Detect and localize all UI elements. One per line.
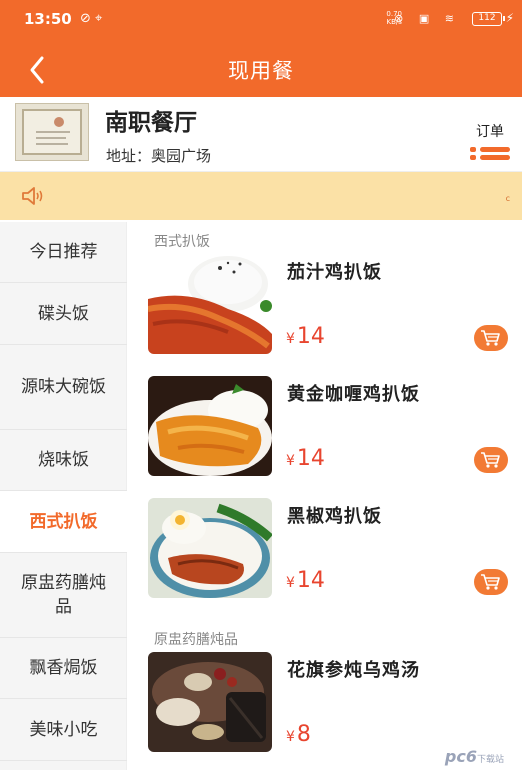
cart-icon: [481, 574, 500, 590]
business-license-image[interactable]: [15, 103, 89, 161]
dish-name: 茄汁鸡扒饭: [287, 262, 382, 283]
license-frame: [22, 109, 82, 155]
add-to-cart-button[interactable]: [474, 447, 508, 473]
status-time: 13:50: [24, 10, 72, 28]
dish-image[interactable]: [148, 376, 272, 476]
list-icon: [470, 145, 510, 161]
category-item-western-steak[interactable]: 西式扒饭: [0, 491, 127, 553]
watermark-text: pc6: [444, 747, 477, 766]
category-item-roast[interactable]: 烧味饭: [0, 430, 127, 491]
category-item-plate-rice[interactable]: 碟头饭: [0, 283, 127, 345]
price-value: 14: [296, 568, 325, 593]
charging-icon: ⚡: [505, 11, 514, 25]
battery-icon: 112: [472, 12, 505, 26]
notice-text: c: [505, 194, 510, 203]
restaurant-address: 地址：奥园广场: [106, 147, 212, 165]
speaker-icon: [22, 187, 43, 205]
menu-item[interactable]: 茄汁鸡扒饭 ¥14: [140, 254, 522, 376]
category-label: 碟头饭: [38, 303, 89, 324]
category-label: 美味小吃: [29, 719, 98, 740]
header-bar: 13:50 ⊘ ⌖ 0.70 KB/s ⊗ ▣ ≋ 112 ⚡ 现用餐: [0, 0, 522, 97]
dish-name: 黑椒鸡扒饭: [287, 506, 382, 527]
section-title: 西式扒饭: [154, 234, 210, 250]
category-item-snacks[interactable]: 美味小吃: [0, 699, 127, 761]
category-label: 飘香焗饭: [29, 658, 98, 678]
license-line: [36, 143, 68, 145]
price-value: 8: [296, 722, 311, 747]
category-label: 源味大碗饭: [21, 377, 106, 397]
currency-symbol: ¥: [286, 453, 295, 469]
menu-list[interactable]: 西式扒饭 茄汁鸡扒饭 ¥14 黄金咖喱鸡扒饭 ¥14 黑椒鸡扒饭 ¥14 原盅药…: [140, 222, 522, 770]
price-value: 14: [296, 324, 325, 349]
dish-image[interactable]: [148, 652, 272, 752]
category-item-today[interactable]: 今日推荐: [0, 222, 127, 283]
status-bar: 13:50 ⊘ ⌖ 0.70 KB/s ⊗ ▣ ≋ 112 ⚡: [0, 0, 522, 36]
category-label: 烧味饭: [38, 450, 89, 470]
license-line: [36, 131, 70, 133]
dish-price: ¥8: [286, 722, 311, 747]
category-item-big-bowl[interactable]: 源味大碗饭: [0, 345, 127, 430]
category-label: 原盅药膳炖品: [21, 573, 106, 617]
currency-symbol: ¥: [286, 575, 295, 591]
dish-name: 黄金咖喱鸡扒饭: [287, 384, 420, 405]
category-item-baked-rice[interactable]: 飘香焗饭: [0, 638, 127, 699]
watermark-logo: pc6下载站: [445, 747, 504, 766]
app-screen: 13:50 ⊘ ⌖ 0.70 KB/s ⊗ ▣ ≋ 112 ⚡ 现用餐 南职餐厅…: [0, 0, 522, 770]
dish-price: ¥14: [286, 568, 325, 593]
status-left-icons: ⊘ ⌖: [80, 11, 103, 26]
restaurant-name: 南职餐厅: [105, 110, 197, 136]
restaurant-info: 南职餐厅 地址：奥园广场 订单: [0, 97, 522, 172]
dish-name: 花旗参炖乌鸡汤: [287, 660, 420, 681]
currency-symbol: ¥: [286, 729, 295, 745]
cart-icon: [481, 452, 500, 468]
status-right-icons: ⊗ ▣ ≋: [394, 12, 460, 25]
dish-price: ¥14: [286, 324, 325, 349]
dish-image[interactable]: [148, 254, 272, 354]
order-button[interactable]: 订单: [466, 121, 514, 161]
license-seal: [54, 117, 64, 127]
category-label: 西式扒饭: [29, 511, 98, 532]
notice-bar: c: [0, 172, 522, 220]
dish-price: ¥14: [286, 446, 325, 471]
currency-symbol: ¥: [286, 331, 295, 347]
add-to-cart-button[interactable]: [474, 325, 508, 351]
page-title: 现用餐: [228, 59, 294, 83]
cart-icon: [481, 330, 500, 346]
watermark-subtext: 下载站: [476, 755, 504, 765]
menu-item[interactable]: 黑椒鸡扒饭 ¥14: [140, 498, 522, 620]
category-item-herbal-soup[interactable]: 原盅药膳炖品: [0, 553, 127, 638]
category-label: 今日推荐: [29, 242, 98, 262]
dish-image[interactable]: [148, 498, 272, 598]
order-label: 订单: [476, 124, 504, 140]
price-value: 14: [296, 446, 325, 471]
add-to-cart-button[interactable]: [474, 569, 508, 595]
category-sidebar[interactable]: 今日推荐 碟头饭 源味大碗饭 烧味饭 西式扒饭 原盅药膳炖品 飘香焗饭 美味小吃: [0, 222, 127, 770]
menu-item[interactable]: 黄金咖喱鸡扒饭 ¥14: [140, 376, 522, 498]
section-title: 原盅药膳炖品: [154, 632, 238, 648]
license-line: [36, 137, 66, 139]
